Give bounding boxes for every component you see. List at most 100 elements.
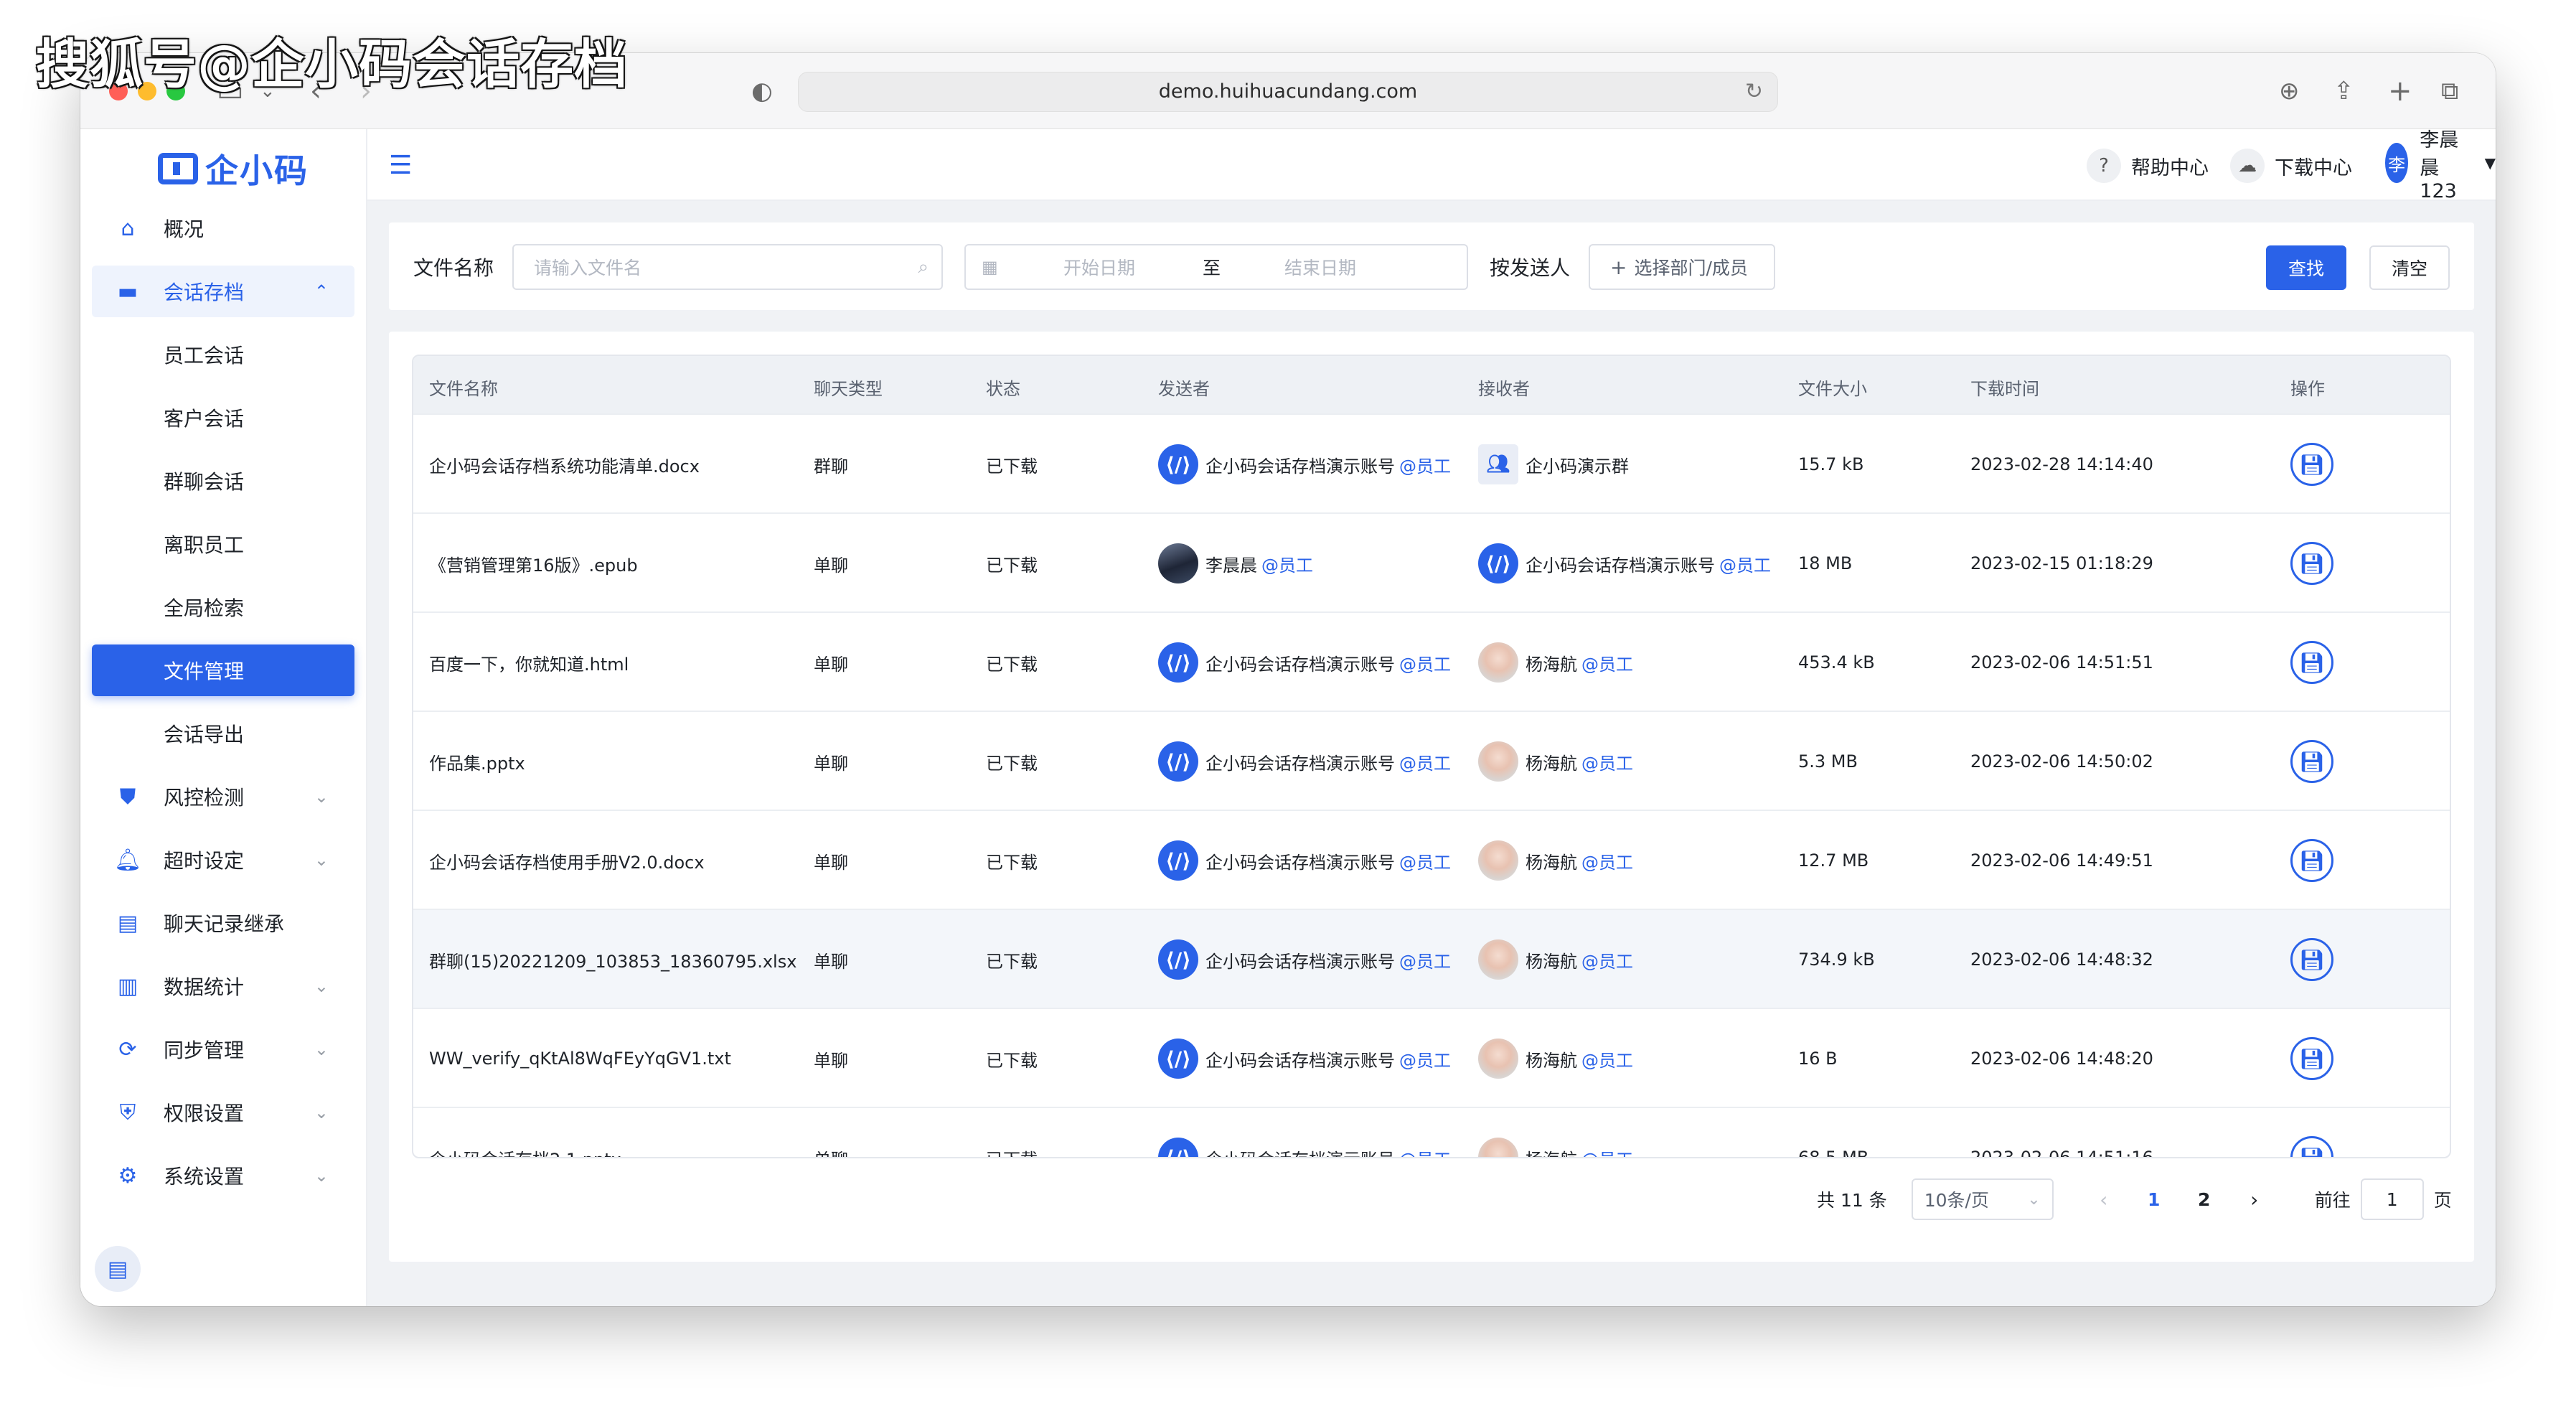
- browser-window: ▭ ⌄ ‹ › ◐ demo.huihuacundang.com ↻ ⊕ ⇪ +…: [80, 53, 2496, 1306]
- sidebar-item-label: 客户会话: [164, 407, 245, 431]
- sidebar-item-global-search[interactable]: 全局检索: [92, 581, 354, 633]
- sender-name: 企小码会话存档演示账号: [1205, 852, 1395, 873]
- save-icon[interactable]: 💾︎: [2290, 839, 2333, 882]
- sidebar-item-risk-detection[interactable]: ⛊ 风控检测 ⌄: [92, 771, 354, 822]
- prev-page-button[interactable]: ‹: [2082, 1188, 2125, 1211]
- status-cell: 已下载: [986, 555, 1038, 576]
- table-row[interactable]: WW_verify_qKtAl8WqFEyYqGV1.txt 单聊 已下载 ⟨/…: [413, 1008, 2450, 1107]
- receiver-cell: 杨海航@员工: [1478, 910, 1633, 1009]
- next-page-button[interactable]: ›: [2233, 1188, 2276, 1211]
- share-icon[interactable]: ⇪: [2333, 75, 2354, 108]
- table-row[interactable]: 群聊(15)20221209_103853_18360795.xlsx 单聊 已…: [413, 909, 2450, 1008]
- document-icon[interactable]: ▤: [95, 1246, 141, 1292]
- sender-name: 企小码会话存档演示账号: [1205, 951, 1395, 972]
- sidebar-item-label: 同步管理: [164, 1039, 245, 1062]
- sender-cell: ⟨/⟩ 企小码会话存档演示账号@员工: [1158, 613, 1451, 712]
- save-icon[interactable]: 💾︎: [2290, 1037, 2333, 1080]
- table-row[interactable]: 百度一下，你就知道.html 单聊 已下载 ⟨/⟩ 企小码会话存档演示账号 @员工…: [413, 611, 2450, 711]
- chevron-down-icon: ⌄: [314, 1102, 329, 1122]
- action-cell: 💾︎: [2290, 712, 2333, 811]
- save-icon[interactable]: 💾︎: [2290, 1136, 2333, 1157]
- sidebar-item-file-management[interactable]: 文件管理: [92, 644, 354, 696]
- download-time-cell: 2023-02-06 14:49:51: [1970, 850, 2153, 871]
- sender-tag: @员工: [1399, 753, 1451, 774]
- page-number-current[interactable]: 1: [2133, 1189, 2176, 1210]
- total-count: 共 11 条: [1817, 1190, 1887, 1211]
- sidebar-item-sync-management[interactable]: ⟳ 同步管理 ⌄: [92, 1023, 354, 1075]
- logo[interactable]: 企小码: [158, 144, 309, 194]
- table-row[interactable]: 企小码会话存档系统功能清单.docx 群聊 已下载 ⟨/⟩ 企小码会话存档演示账…: [413, 413, 2450, 512]
- table-row[interactable]: 企小码会话存档使用手册V2.0.docx 单聊 已下载 ⟨/⟩ 企小码会话存档演…: [413, 810, 2450, 909]
- sidebar-item-data-statistics[interactable]: ▥ 数据统计 ⌄: [92, 960, 354, 1012]
- sender-tag: @员工: [1399, 951, 1451, 972]
- status-cell: 已下载: [986, 654, 1038, 675]
- save-icon[interactable]: 💾︎: [2290, 740, 2333, 783]
- page-number[interactable]: 2: [2183, 1189, 2226, 1210]
- sidebar-item-label: 超时设定: [164, 849, 245, 873]
- sender-name: 企小码会话存档演示账号: [1205, 1145, 1395, 1158]
- help-center-link[interactable]: ? 帮助中心: [2087, 148, 2209, 184]
- sidebar-item-customer-sessions[interactable]: 客户会话: [92, 392, 354, 444]
- sender-tag: @员工: [1399, 1050, 1451, 1071]
- status-cell: 已下载: [986, 753, 1038, 774]
- table-row[interactable]: 《营销管理第16版》.epub 单聊 已下载 李晨晨 @员工 ⟨/⟩ 企小码会话存…: [413, 512, 2450, 611]
- user-photo-avatar: [1478, 741, 1518, 782]
- sidebar-item-system-settings[interactable]: ⚙ 系统设置 ⌄: [92, 1150, 354, 1201]
- sidebar-item-label: 系统设置: [164, 1165, 245, 1189]
- save-icon[interactable]: 💾︎: [2290, 443, 2333, 486]
- sidebar-item-group-sessions[interactable]: 群聊会话: [92, 455, 354, 507]
- sender-select-button[interactable]: + 选择部门/成员: [1589, 244, 1775, 290]
- sender-tag: @员工: [1399, 1145, 1451, 1158]
- sender-cell: ⟨/⟩ 企小码会话存档演示账号 @员工: [1158, 1108, 1451, 1158]
- brand-avatar-icon: ⟨/⟩: [1158, 1138, 1198, 1157]
- save-icon[interactable]: 💾︎: [2290, 641, 2333, 684]
- sidebar-item-label: 全局检索: [164, 596, 245, 620]
- save-icon[interactable]: 💾︎: [2290, 938, 2333, 981]
- brand-avatar-icon: ⟨/⟩: [1158, 642, 1198, 683]
- sender-cell: ⟨/⟩ 企小码会话存档演示账号@员工: [1158, 811, 1451, 910]
- range-separator: 至: [1203, 258, 1221, 278]
- sidebar-item-chat-inheritance[interactable]: ▤ 聊天记录继承: [92, 897, 354, 949]
- address-bar[interactable]: demo.huihuacundang.com ↻: [798, 72, 1778, 112]
- save-icon[interactable]: 💾︎: [2290, 542, 2333, 585]
- download-icon[interactable]: ⊕: [2279, 75, 2300, 108]
- reload-icon[interactable]: ↻: [1745, 72, 1763, 111]
- table-row[interactable]: 企小码会话存档2.1.pptx 单聊 已下载 ⟨/⟩ 企小码会话存档演示账号 @员…: [413, 1107, 2450, 1158]
- date-range-picker[interactable]: ▦ 开始日期 至 结束日期: [964, 244, 1468, 290]
- receiver-tag: @员工: [1581, 1145, 1633, 1158]
- sidebar-item-employee-sessions[interactable]: 员工会话: [92, 329, 354, 380]
- col-header-sender: 发送者: [1158, 379, 1210, 399]
- tabs-overview-icon[interactable]: ⧉: [2441, 75, 2458, 108]
- sender-tag: @员工: [1399, 456, 1451, 477]
- sidebar-item-permission-settings[interactable]: ⛨ 权限设置 ⌄: [92, 1087, 354, 1138]
- col-header-status: 状态: [986, 379, 1020, 399]
- sidebar-item-overview[interactable]: ⌂ 概况: [92, 202, 354, 254]
- action-cell: 💾︎: [2290, 910, 2333, 1009]
- new-tab-icon[interactable]: +: [2388, 75, 2412, 108]
- sidebar-item-label: 概况: [164, 217, 205, 241]
- receiver-name: 杨海航: [1526, 1145, 1577, 1158]
- download-center-link[interactable]: ☁ 下载中心: [2230, 148, 2352, 184]
- sidebar-item-label: 员工会话: [164, 344, 245, 367]
- collapse-menu-icon[interactable]: ☰: [389, 151, 412, 180]
- sidebar-item-session-archive[interactable]: ▬ 会话存档 ⌃: [92, 266, 354, 317]
- clear-button[interactable]: 清空: [2369, 245, 2450, 290]
- goto-page-input[interactable]: 1: [2360, 1178, 2424, 1220]
- file-table: 文件名称 聊天类型 状态 发送者 接收者 文件大小 下载时间 操作 企小码会话存…: [412, 355, 2451, 1158]
- user-menu[interactable]: 李 李晨晨123 ▼: [2385, 129, 2496, 202]
- page-size-select[interactable]: 10条/页 ⌄: [1911, 1178, 2054, 1220]
- sidebar-item-session-export[interactable]: 会话导出: [92, 708, 354, 759]
- page-size-value: 10条/页: [1924, 1190, 1989, 1211]
- sidebar-item-timeout-settings[interactable]: 🔔︎ 超时设定 ⌄: [92, 834, 354, 886]
- end-date-input[interactable]: 结束日期: [1284, 254, 1356, 280]
- file-name-input[interactable]: 请输入文件名 ⌕: [512, 244, 943, 290]
- table-row[interactable]: 作品集.pptx 单聊 已下载 ⟨/⟩ 企小码会话存档演示账号 @员工 杨海航 @员…: [413, 711, 2450, 810]
- sidebar-item-departed-employees[interactable]: 离职员工: [92, 518, 354, 570]
- search-button[interactable]: 查找: [2266, 245, 2346, 290]
- start-date-input[interactable]: 开始日期: [1063, 254, 1135, 280]
- privacy-shield-icon[interactable]: ◐: [751, 75, 773, 108]
- download-time-cell: 2023-02-06 14:48:20: [1970, 1049, 2153, 1069]
- receiver-name: 杨海航: [1526, 1050, 1577, 1071]
- sender-name: 企小码会话存档演示账号: [1205, 456, 1395, 477]
- sender-cell: ⟨/⟩ 企小码会话存档演示账号@员工: [1158, 1009, 1451, 1108]
